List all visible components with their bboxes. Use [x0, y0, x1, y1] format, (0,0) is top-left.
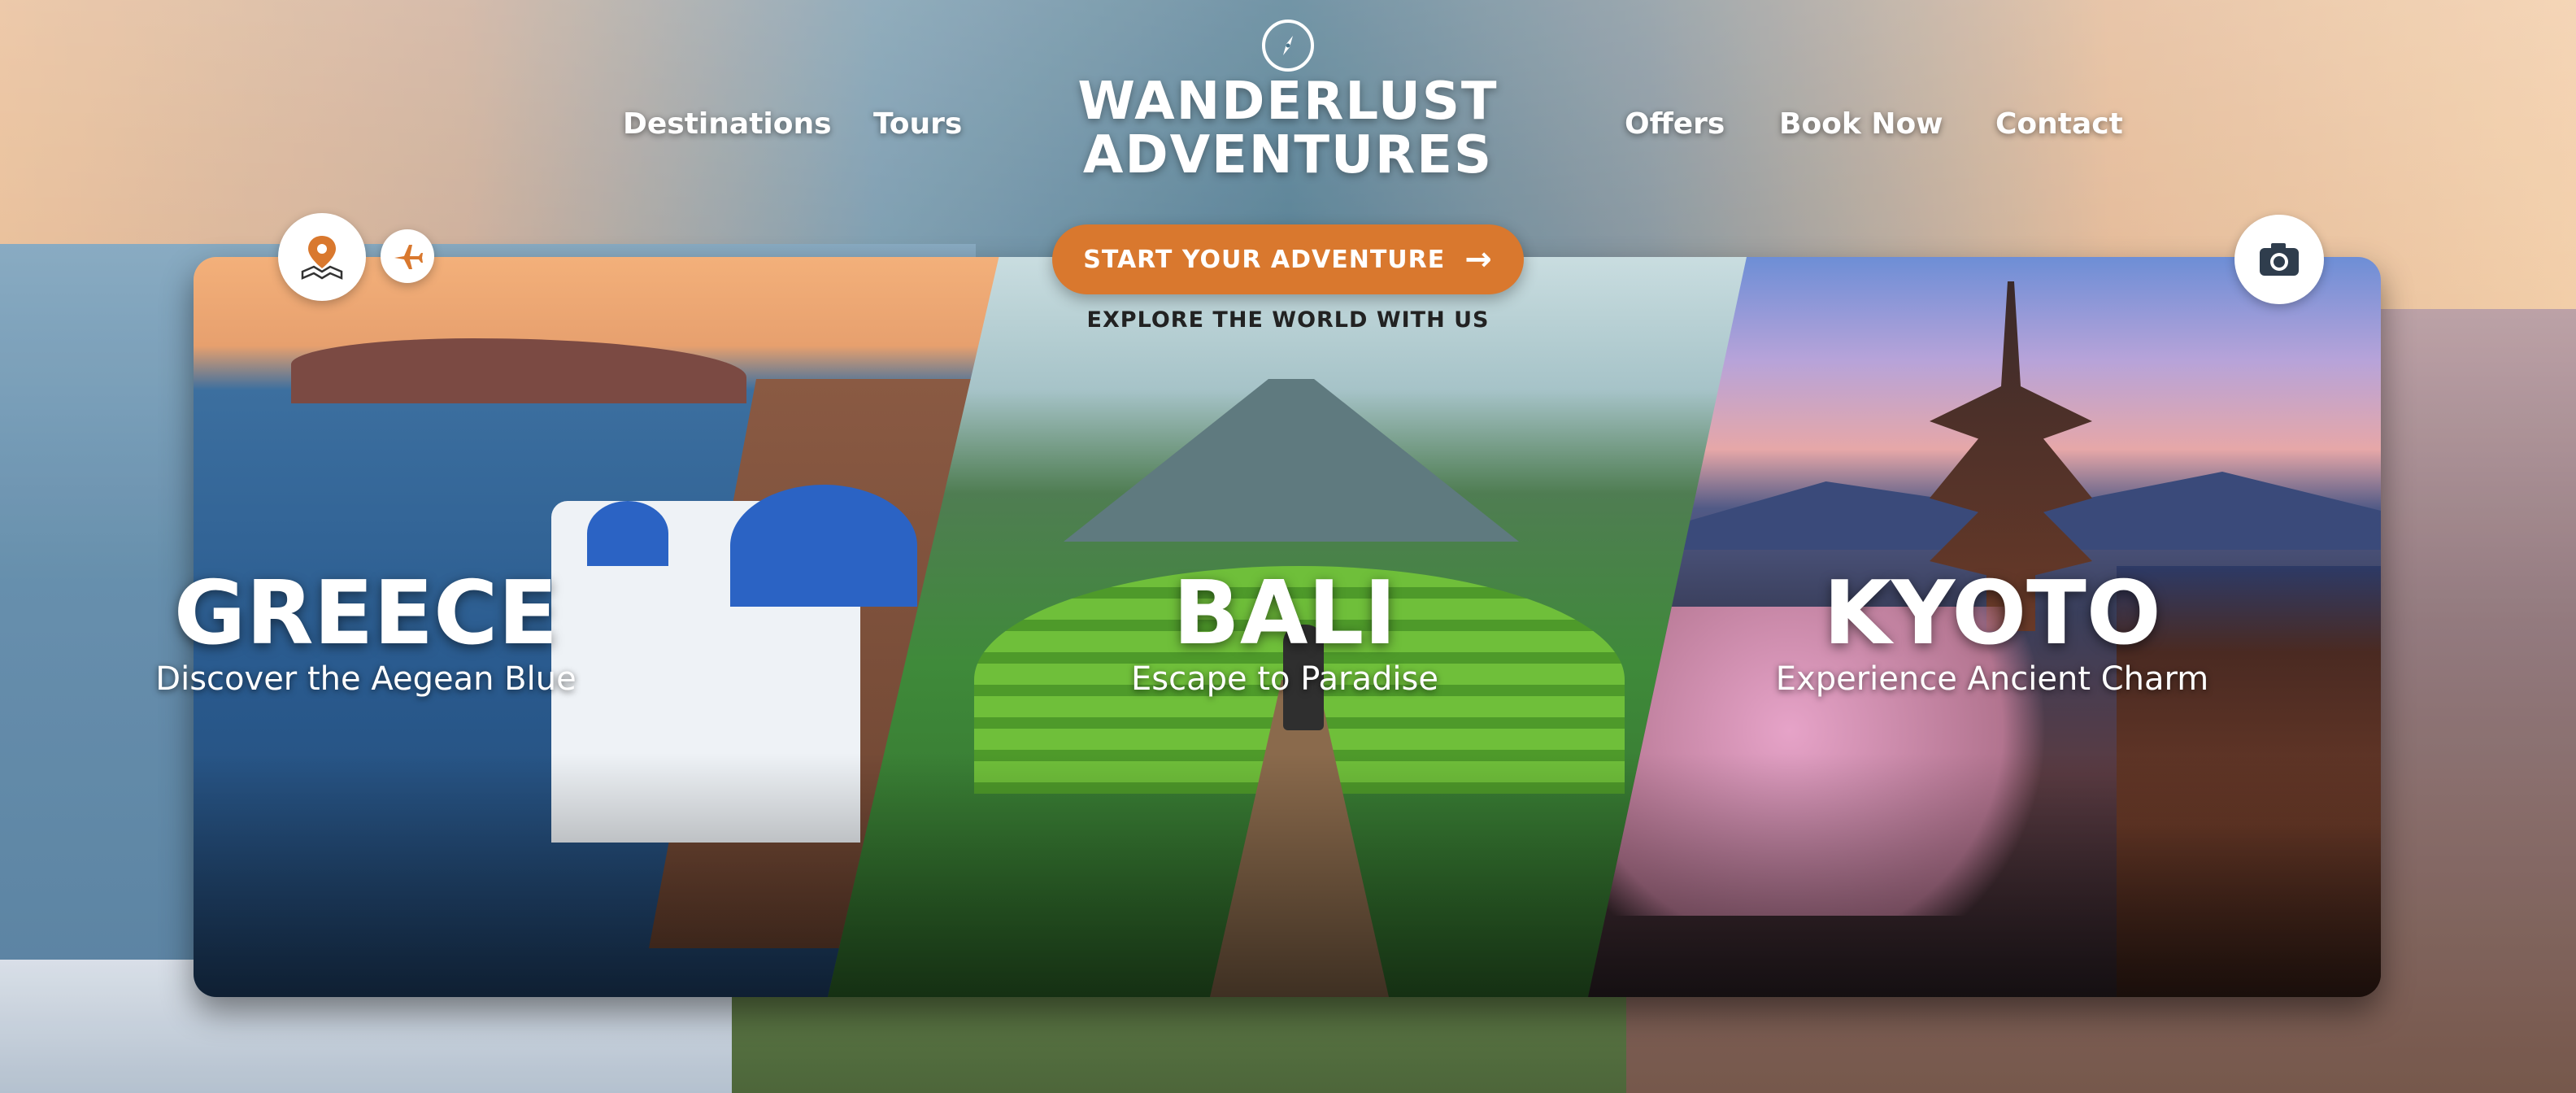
brand-line-2: ADVENTURES	[1082, 125, 1494, 185]
destination-subtitle-greece: Discover the Aegean Blue	[155, 660, 577, 698]
compass-icon-graphic	[1283, 36, 1293, 55]
brand-logo[interactable]: WANDERLUST ADVENTURES	[1044, 75, 1532, 182]
brand-line-1: WANDERLUST	[1077, 72, 1499, 132]
nav-offers[interactable]: Offers	[1625, 107, 1725, 141]
start-adventure-label: START YOUR ADVENTURE	[1083, 245, 1446, 274]
camera-button[interactable]	[2234, 215, 2324, 304]
destination-subtitle-kyoto: Experience Ancient Charm	[1775, 660, 2209, 698]
destination-title-kyoto[interactable]: KYOTO	[1626, 569, 2358, 659]
camera-icon	[2260, 243, 2299, 276]
map-pin-button[interactable]	[278, 213, 366, 301]
nav-book-now[interactable]: Book Now	[1779, 107, 1943, 141]
destination-title-bali[interactable]: BALI	[1057, 569, 1512, 659]
map-pin-icon	[301, 236, 343, 280]
greece-bell-tower-dome	[587, 501, 668, 566]
destination-title-greece[interactable]: GREECE	[0, 569, 732, 659]
bali-volcano	[1064, 379, 1519, 542]
arrow-right-icon: →	[1464, 241, 1493, 278]
airplane-button[interactable]	[381, 229, 434, 283]
airplane-icon	[394, 245, 423, 269]
nav-contact[interactable]: Contact	[1995, 107, 2123, 141]
destination-subtitle-bali: Escape to Paradise	[1131, 660, 1438, 698]
greece-blue-dome	[730, 485, 917, 607]
hero-tagline: EXPLORE THE WORLD WITH US	[1086, 307, 1490, 333]
card-shade	[1588, 753, 2381, 997]
greece-cliff	[291, 338, 746, 403]
nav-destinations[interactable]: Destinations	[623, 107, 832, 141]
start-adventure-button[interactable]: START YOUR ADVENTURE →	[1052, 224, 1524, 294]
nav-tours[interactable]: Tours	[873, 107, 962, 141]
compass-icon	[1262, 20, 1314, 72]
